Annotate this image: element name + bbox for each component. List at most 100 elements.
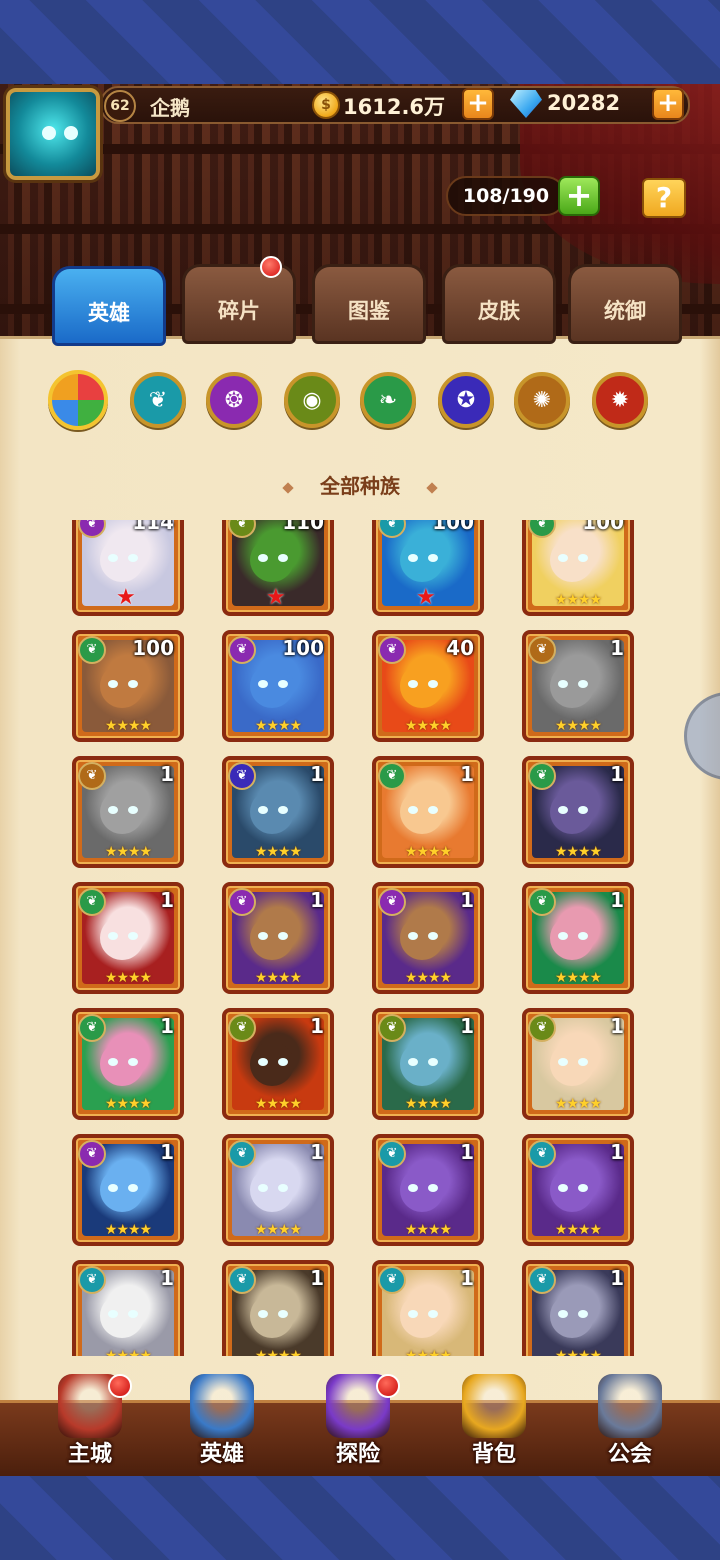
hero-card[interactable]: ❦ 1 ★★★★ — [522, 756, 634, 868]
tab-skins[interactable]: 皮肤 — [442, 264, 556, 344]
faction-5-icon[interactable]: ✪ — [438, 372, 494, 428]
nav-castle[interactable]: 主城 — [30, 1370, 150, 1474]
hero-eye — [258, 1310, 268, 1318]
tab-codex[interactable]: 图鉴 — [312, 264, 426, 344]
hero-stars: ★★★★ — [254, 1348, 302, 1356]
hero-eye — [128, 806, 138, 814]
nav-backpack[interactable]: 背包 — [434, 1370, 554, 1474]
hero-card[interactable]: ❦ 1 ★★★★ — [72, 1134, 184, 1246]
hero-eye — [278, 806, 288, 814]
race-filter-label[interactable]: 全部种族 — [0, 470, 720, 499]
hero-card[interactable]: ❦ 1 ★★★★ — [372, 1260, 484, 1356]
hero-card[interactable]: ❦ 1 ★★★★ — [372, 882, 484, 994]
hero-card[interactable]: ❦ 114 ★ — [72, 520, 184, 616]
hero-face — [400, 790, 444, 834]
tab-heroes[interactable]: 英雄 — [52, 266, 166, 346]
hero-eye — [578, 1310, 588, 1318]
tab-label: 英雄 — [88, 301, 130, 325]
hero-stars: ★★★★ — [104, 1348, 152, 1356]
hero-card[interactable]: ❦ 1 ★★★★ — [222, 1008, 334, 1120]
hero-card[interactable]: ❦ 100 ★★★★ — [72, 630, 184, 742]
hero-card[interactable]: ❦ 1 ★★★★ — [522, 1008, 634, 1120]
hero-face — [100, 790, 144, 834]
expand-capacity-button[interactable]: + — [558, 176, 600, 216]
hero-level: 1 — [610, 1014, 624, 1038]
faction-4-icon[interactable]: ❧ — [360, 372, 416, 428]
hero-card[interactable]: ❦ 100 ★ — [372, 520, 484, 616]
hero-eye — [108, 1184, 118, 1192]
tab-command[interactable]: 统御 — [568, 264, 682, 344]
bottom-frame — [0, 1476, 720, 1560]
faction-1-icon[interactable]: ❦ — [130, 372, 186, 428]
hero-capacity: 108/190 — [446, 176, 566, 216]
hero-eye — [578, 806, 588, 814]
hero-eye — [128, 554, 138, 562]
hero-eye — [428, 932, 438, 940]
hero-card[interactable]: ❦ 1 ★★★★ — [372, 1134, 484, 1246]
faction-badge-icon: ❦ — [378, 762, 406, 790]
hero-grid[interactable]: ❦ 114 ★ ❦ 110 ★ ❦ 100 ★ ❦ 100 ★★★★ ❦ 100 ★★★★ ❦ 100 ★★★★ ❦… — [60, 520, 660, 1356]
hero-card[interactable]: ❦ 1 ★★★★ — [522, 630, 634, 742]
hero-eye — [108, 806, 118, 814]
faction-badge-icon: ❦ — [78, 636, 106, 664]
hero-level: 1 — [460, 888, 474, 912]
faction-2-icon[interactable]: ❂ — [206, 372, 262, 428]
hero-level: 1 — [610, 636, 624, 660]
hero-card[interactable]: ❦ 1 ★★★★ — [222, 1134, 334, 1246]
hero-card[interactable]: ❦ 1 ★★★★ — [72, 1008, 184, 1120]
hero-eye — [108, 932, 118, 940]
hero-card[interactable]: ❦ 1 ★★★★ — [72, 756, 184, 868]
red-star-icon: ★ — [116, 585, 136, 610]
hero-card[interactable]: ❦ 40 ★★★★ — [372, 630, 484, 742]
hero-card[interactable]: ❦ 1 ★★★★ — [372, 756, 484, 868]
avatar-eye — [64, 126, 78, 140]
hero-eye — [278, 554, 288, 562]
hero-face — [250, 1168, 294, 1212]
hero-stars: ★★★★ — [404, 718, 452, 734]
hero-eye — [278, 1310, 288, 1318]
nav-portal[interactable]: 探险 — [298, 1370, 418, 1474]
player-avatar[interactable] — [6, 88, 100, 180]
hero-card[interactable]: ❦ 110 ★ — [222, 520, 334, 616]
hero-stars: ★★★★ — [104, 844, 152, 860]
nav-hero[interactable]: 英雄 — [162, 1370, 282, 1474]
hero-card[interactable]: ❦ 100 ★★★★ — [522, 520, 634, 616]
diamond-ornament — [426, 481, 438, 494]
hero-card[interactable]: ❦ 1 ★★★★ — [222, 756, 334, 868]
hero-card[interactable]: ❦ 1 ★★★★ — [222, 882, 334, 994]
add-gems-button[interactable]: + — [652, 88, 684, 120]
hero-stars: ★★★★ — [104, 970, 152, 986]
hero-card[interactable]: ❦ 1 ★★★★ — [72, 1260, 184, 1356]
hero-card[interactable]: ❦ 1 ★★★★ — [222, 1260, 334, 1356]
faction-all-icon[interactable] — [48, 370, 108, 430]
faction-3-icon[interactable]: ◉ — [284, 372, 340, 428]
faction-badge-icon: ❦ — [378, 1266, 406, 1294]
hero-card[interactable]: ❦ 1 ★★★★ — [72, 882, 184, 994]
tab-fragments[interactable]: 碎片 — [182, 264, 296, 344]
faction-7-icon[interactable]: ✹ — [592, 372, 648, 428]
help-button[interactable]: ? — [642, 178, 686, 218]
hero-card[interactable]: ❦ 100 ★★★★ — [222, 630, 334, 742]
faction-badge-icon: ❦ — [78, 888, 106, 916]
hero-face — [550, 538, 594, 582]
hero-eye — [278, 1058, 288, 1066]
tab-label: 碎片 — [218, 299, 260, 323]
hero-face — [100, 916, 144, 960]
add-gold-button[interactable]: + — [462, 88, 494, 120]
hero-face — [400, 1294, 444, 1338]
notification-dot — [376, 1374, 400, 1398]
hero-stars: ★★★★ — [254, 844, 302, 860]
nav-guild[interactable]: 公会 — [570, 1370, 690, 1474]
hero-eye — [558, 1184, 568, 1192]
faction-6-icon[interactable]: ✺ — [514, 372, 570, 428]
hero-face — [550, 1294, 594, 1338]
hero-card[interactable]: ❦ 1 ★★★★ — [522, 882, 634, 994]
hero-level: 1 — [310, 1140, 324, 1164]
gold-amount: 1612.6万 — [343, 95, 446, 119]
faction-badge-icon: ❦ — [528, 1014, 556, 1042]
hero-card[interactable]: ❦ 1 ★★★★ — [522, 1260, 634, 1356]
faction-badge-icon: ❦ — [228, 1014, 256, 1042]
hero-card[interactable]: ❦ 1 ★★★★ — [372, 1008, 484, 1120]
hero-card[interactable]: ❦ 1 ★★★★ — [522, 1134, 634, 1246]
hero-eye — [428, 680, 438, 688]
